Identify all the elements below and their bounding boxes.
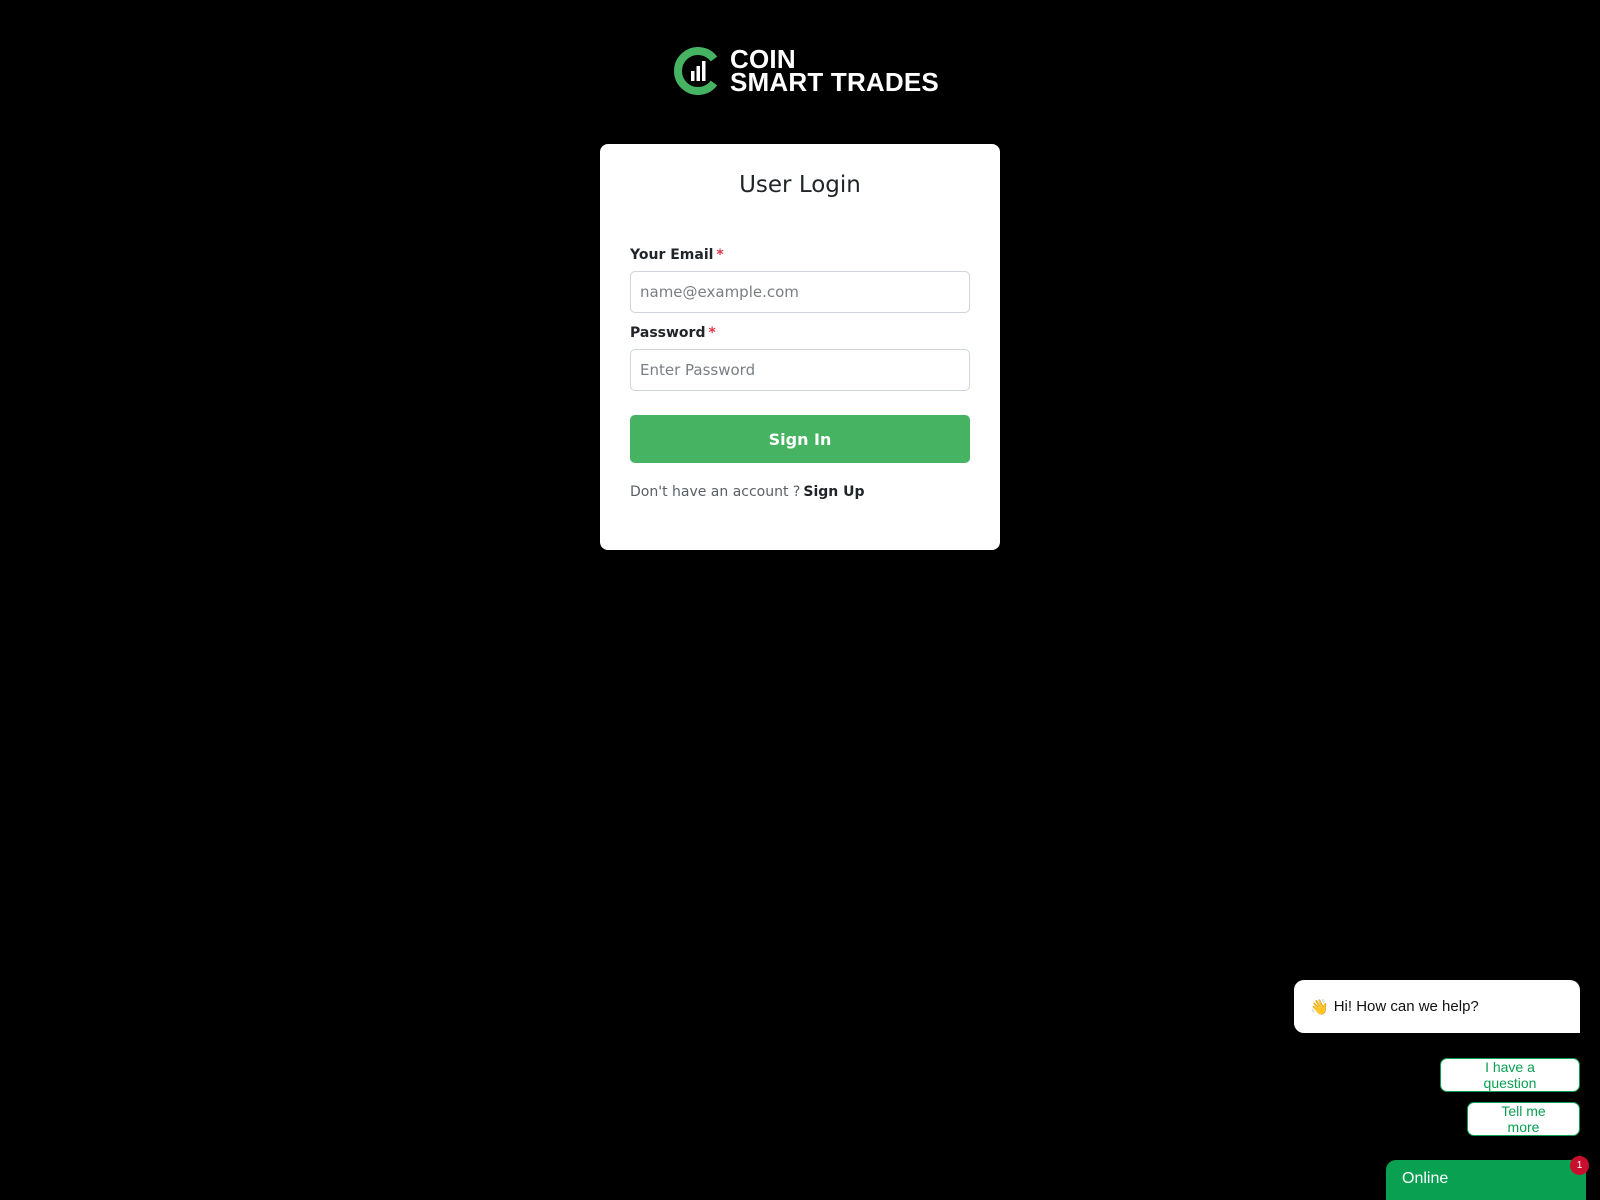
- password-label: Password *: [630, 325, 716, 341]
- email-label: Your Email *: [630, 247, 724, 263]
- password-field[interactable]: [630, 349, 970, 391]
- signup-prompt: Don't have an account ?: [630, 484, 801, 500]
- email-field[interactable]: [630, 271, 970, 313]
- email-label-text: Your Email: [630, 247, 714, 263]
- waving-hand-icon: 👋: [1310, 998, 1329, 1016]
- brand-logo: COIN SMART TRADES: [674, 46, 939, 97]
- page-title: User Login: [739, 172, 861, 198]
- login-page: COIN SMART TRADES User Login Your Email *…: [0, 0, 1600, 1200]
- password-label-text: Password: [630, 325, 706, 341]
- brand-line-2: SMART TRADES: [730, 67, 939, 97]
- sign-up-link[interactable]: Sign Up: [803, 484, 864, 500]
- quick-reply-tell-more[interactable]: Tell me more: [1467, 1102, 1580, 1136]
- required-mark: *: [716, 247, 724, 263]
- chat-greeting-bubble: 👋 Hi! How can we help?: [1294, 980, 1580, 1033]
- login-card: User Login Your Email* Password* Sign In…: [600, 144, 1000, 550]
- signup-row: Don't have an account ? Sign Up: [630, 484, 865, 500]
- quick-reply-question[interactable]: I have a question: [1440, 1058, 1580, 1092]
- coin-logo-icon: [674, 47, 722, 95]
- chat-greeting-text: Hi! How can we help?: [1333, 998, 1479, 1015]
- chat-status-text: Online: [1402, 1170, 1449, 1187]
- brand-name: COIN SMART TRADES: [730, 46, 939, 97]
- required-mark: *: [708, 325, 716, 341]
- unread-badge: 1: [1570, 1156, 1589, 1175]
- chat-online-button[interactable]: Online: [1386, 1160, 1586, 1200]
- sign-in-button[interactable]: Sign In: [630, 415, 970, 463]
